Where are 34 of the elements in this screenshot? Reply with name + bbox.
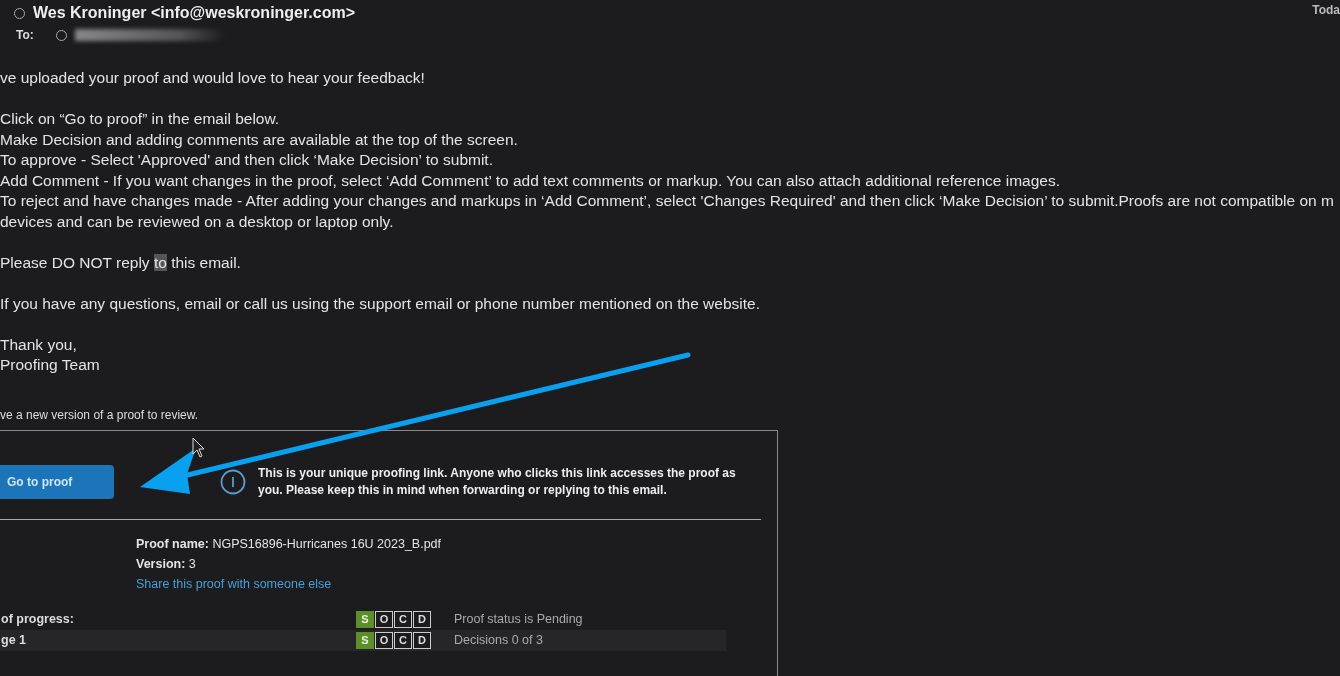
body-line: Please DO NOT reply to this email. [0, 252, 242, 273]
progress-step: S [356, 631, 374, 649]
progress-step: O [375, 631, 393, 649]
body-line: devices and can be reviewed on a desktop or laptop only. [0, 211, 395, 232]
sender: Wes Kroninger <info@weskroninger.com> [33, 4, 356, 22]
progress-step: S [356, 610, 374, 628]
progress-label: ge 1 [0, 633, 27, 647]
go-to-proof-button[interactable]: Go to proof [0, 464, 114, 499]
progress-label: of progress: [0, 612, 75, 626]
info-icon [220, 468, 246, 495]
date: Toda [1312, 3, 1340, 17]
progress-step: C [394, 610, 412, 628]
intro-text: ve a new version of a proof to review. [0, 407, 200, 422]
to-label: To: [16, 28, 34, 42]
status-text: Proof status is Pending [454, 612, 583, 626]
share-link[interactable]: Share this proof with someone else [136, 576, 761, 591]
body-line: Proofing Team [0, 355, 101, 375]
proof-name: Proof name: NGPS16896-Hurricanes 16U 2023_B.pdf [136, 536, 443, 551]
progress-step: C [394, 631, 412, 649]
progress-step: O [375, 610, 393, 628]
notice-text: This is your unique proofing link. Anyone who clicks this link accesses the proof as you. Please keep this in mind when forwarding or replying to this email. [258, 465, 737, 498]
progress-step: D [413, 610, 431, 628]
body-line: To reject and have changes made - After adding your changes and markups in ‘Add Comment’, select 'Changes Required' and then click ‘Make Decision’ to submit.Proofs are not compatible on m [0, 191, 1335, 211]
body-line: Click on “Go to proof” in the email below. [0, 109, 281, 129]
body-line: ve uploaded your proof and would love to hear your feedback! [0, 68, 426, 88]
body-line: If you have any questions, email or call us using the support email or phone number mentioned on the website. [0, 293, 761, 314]
cursor-icon [192, 437, 205, 458]
progress-step: D [413, 631, 431, 649]
status-text: Decisions 0 of 3 [454, 633, 543, 647]
body-line: To approve - Select 'Approved' and then click ‘Make Decision’ to submit. [0, 150, 494, 170]
body-line: Make Decision and adding comments are available at the top of the screen. [0, 129, 519, 150]
body-line: Thank you, [0, 334, 78, 355]
body-line: Add Comment - If you want changes in the proof, select ‘Add Comment’ to add text comments or markup. You can also attach additional reference images. [0, 170, 1062, 191]
version: Version: 3 [136, 556, 197, 571]
